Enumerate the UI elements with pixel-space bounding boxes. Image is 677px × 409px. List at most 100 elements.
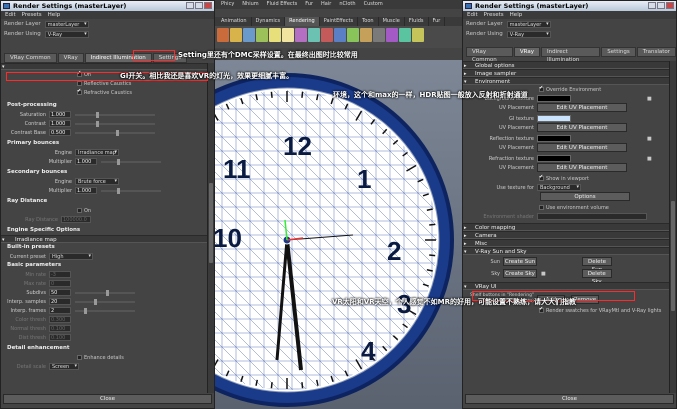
- minimize-icon[interactable]: [186, 2, 194, 9]
- edit-uv-placement-button[interactable]: Edit UV Placement: [537, 103, 627, 112]
- render-swatches-checkbox[interactable]: [539, 306, 544, 313]
- vray-dome-icon[interactable]: [399, 28, 411, 42]
- contrast-base-field[interactable]: 0.500: [49, 129, 71, 136]
- create-sun-button[interactable]: Create Sun: [503, 257, 537, 266]
- close-button[interactable]: Close: [465, 394, 674, 404]
- render-layer-dropdown[interactable]: masterLayer: [506, 20, 551, 28]
- shelf-tab-painteffects[interactable]: PaintEffects: [320, 17, 359, 26]
- close-button[interactable]: Close: [3, 394, 212, 404]
- secondary-multiplier-field[interactable]: 1.000: [75, 187, 97, 194]
- image-sampler-frame[interactable]: ▸ Image sampler: [463, 69, 669, 77]
- create-sky-button[interactable]: Create Sky: [503, 269, 537, 278]
- use-texture-for-dropdown[interactable]: Background: [537, 184, 581, 191]
- subdivs-field[interactable]: 50: [49, 289, 71, 296]
- use-env-volume-checkbox[interactable]: [539, 205, 544, 210]
- refractive-caustics-checkbox[interactable]: [77, 88, 82, 95]
- maximize-icon[interactable]: [195, 2, 203, 9]
- tab-settings[interactable]: Settings: [601, 47, 636, 57]
- show-in-viewport-checkbox[interactable]: [539, 174, 544, 181]
- subdivs-slider[interactable]: [75, 289, 135, 296]
- ipr-icon[interactable]: [230, 28, 242, 42]
- edit-uv-placement-button[interactable]: Edit UV Placement: [537, 143, 627, 152]
- tab-vray[interactable]: VRay: [57, 53, 84, 63]
- refraction-texture-swatch[interactable]: [537, 155, 571, 162]
- edit-uv-placement-button[interactable]: Edit UV Placement: [537, 163, 627, 172]
- min-rate-field[interactable]: -3: [49, 271, 71, 278]
- render-icon[interactable]: [217, 28, 229, 42]
- tab-indirect-illumination[interactable]: Indirect Illumination: [540, 47, 601, 63]
- color-thresh-field[interactable]: 0.300: [49, 316, 71, 323]
- map-button-icon[interactable]: ■: [647, 136, 652, 142]
- shelf-tab-fluids[interactable]: Fluids: [405, 17, 429, 26]
- vray-ies-icon[interactable]: [412, 28, 424, 42]
- scrollbar[interactable]: [207, 63, 214, 393]
- menu-help[interactable]: Help: [48, 11, 61, 19]
- shelf-tab-fur[interactable]: Fur: [429, 17, 446, 26]
- top-tab[interactable]: Hair: [317, 0, 335, 9]
- delete-sun-button[interactable]: Delete Sun: [582, 257, 612, 273]
- irradiance-map-frame[interactable]: ▾ Irradiance map: [1, 235, 207, 243]
- shelf-tab-muscle[interactable]: Muscle: [379, 17, 405, 26]
- menu-help[interactable]: Help: [510, 11, 523, 19]
- reflection-texture-swatch[interactable]: [537, 135, 571, 142]
- gi-texture-swatch[interactable]: [537, 115, 571, 122]
- primary-multiplier-field[interactable]: 1.000: [75, 158, 97, 165]
- secondary-multiplier-slider[interactable]: [101, 187, 161, 194]
- contrast-slider[interactable]: [75, 120, 155, 127]
- saturation-field[interactable]: 1.000: [49, 111, 71, 118]
- vray-sphere-icon[interactable]: [386, 28, 398, 42]
- current-preset-dropdown[interactable]: High: [49, 253, 93, 260]
- hypershade-icon[interactable]: [256, 28, 268, 42]
- map-button-icon[interactable]: ■: [541, 271, 546, 277]
- color-mapping-frame[interactable]: ▸ Color mapping: [463, 223, 669, 231]
- primary-engine-dropdown[interactable]: Irradiance map: [75, 149, 119, 156]
- camera-frame[interactable]: ▸ Camera: [463, 231, 669, 239]
- secondary-engine-dropdown[interactable]: Brute force: [75, 178, 119, 185]
- override-env-checkbox[interactable]: [539, 85, 544, 92]
- directional-light-icon[interactable]: [308, 28, 320, 42]
- ray-distance-on-checkbox[interactable]: [77, 208, 82, 213]
- options-button[interactable]: Options: [540, 192, 630, 201]
- menu-presets[interactable]: Presets: [484, 11, 504, 19]
- minimize-icon[interactable]: [648, 2, 656, 9]
- edit-uv-placement-button[interactable]: Edit UV Placement: [537, 123, 627, 132]
- material-icon[interactable]: [321, 28, 333, 42]
- 3d-viewport[interactable]: 12 1 2 3 4 10 11: [215, 60, 462, 409]
- map-button-icon[interactable]: ■: [647, 96, 652, 102]
- shelf-tab-animation[interactable]: Animation: [217, 17, 252, 26]
- vray-light-icon[interactable]: [373, 28, 385, 42]
- tab-translator[interactable]: Translator: [636, 47, 676, 57]
- render-settings-icon[interactable]: [243, 28, 255, 42]
- scrollbar-thumb[interactable]: [671, 201, 675, 311]
- vray-mtl-icon[interactable]: [360, 28, 372, 42]
- blinn-icon[interactable]: [334, 28, 346, 42]
- contrast-base-slider[interactable]: [75, 129, 155, 136]
- environment-frame[interactable]: ▾ Environment: [463, 77, 669, 85]
- interp-frames-slider[interactable]: [75, 307, 135, 314]
- menu-presets[interactable]: Presets: [22, 11, 42, 19]
- render-layer-dropdown[interactable]: masterLayer: [44, 20, 89, 28]
- spot-light-icon[interactable]: [269, 28, 281, 42]
- saturation-slider[interactable]: [75, 111, 155, 118]
- detail-scale-dropdown[interactable]: Screen: [49, 363, 79, 370]
- top-tab[interactable]: Fluid Effects: [263, 0, 302, 9]
- render-using-dropdown[interactable]: V-Ray: [506, 30, 551, 38]
- top-tab[interactable]: Phicy: [217, 0, 238, 9]
- menu-edit[interactable]: Edit: [467, 11, 478, 19]
- max-rate-field[interactable]: 0: [49, 280, 71, 287]
- close-icon[interactable]: [666, 2, 674, 9]
- vray-ui-frame[interactable]: ▾ VRay UI: [463, 282, 669, 290]
- normal-thresh-field[interactable]: 0.100: [49, 325, 71, 332]
- tab-vray[interactable]: VRay: [513, 47, 540, 57]
- delete-sky-button[interactable]: Delete Sky: [581, 269, 612, 285]
- render-using-dropdown[interactable]: V-Ray: [44, 30, 89, 38]
- shelf-tab-toon[interactable]: Toon: [358, 17, 379, 26]
- background-texture-swatch[interactable]: [537, 95, 571, 102]
- scrollbar[interactable]: [669, 61, 676, 393]
- lambert-icon[interactable]: [347, 28, 359, 42]
- ray-distance-field[interactable]: 100000.0: [61, 216, 91, 223]
- gi-frame-header[interactable]: ▾: [1, 63, 207, 70]
- map-button-icon[interactable]: ■: [647, 156, 652, 162]
- environment-shader-field[interactable]: [537, 213, 647, 220]
- reflective-caustics-checkbox[interactable]: [77, 81, 82, 86]
